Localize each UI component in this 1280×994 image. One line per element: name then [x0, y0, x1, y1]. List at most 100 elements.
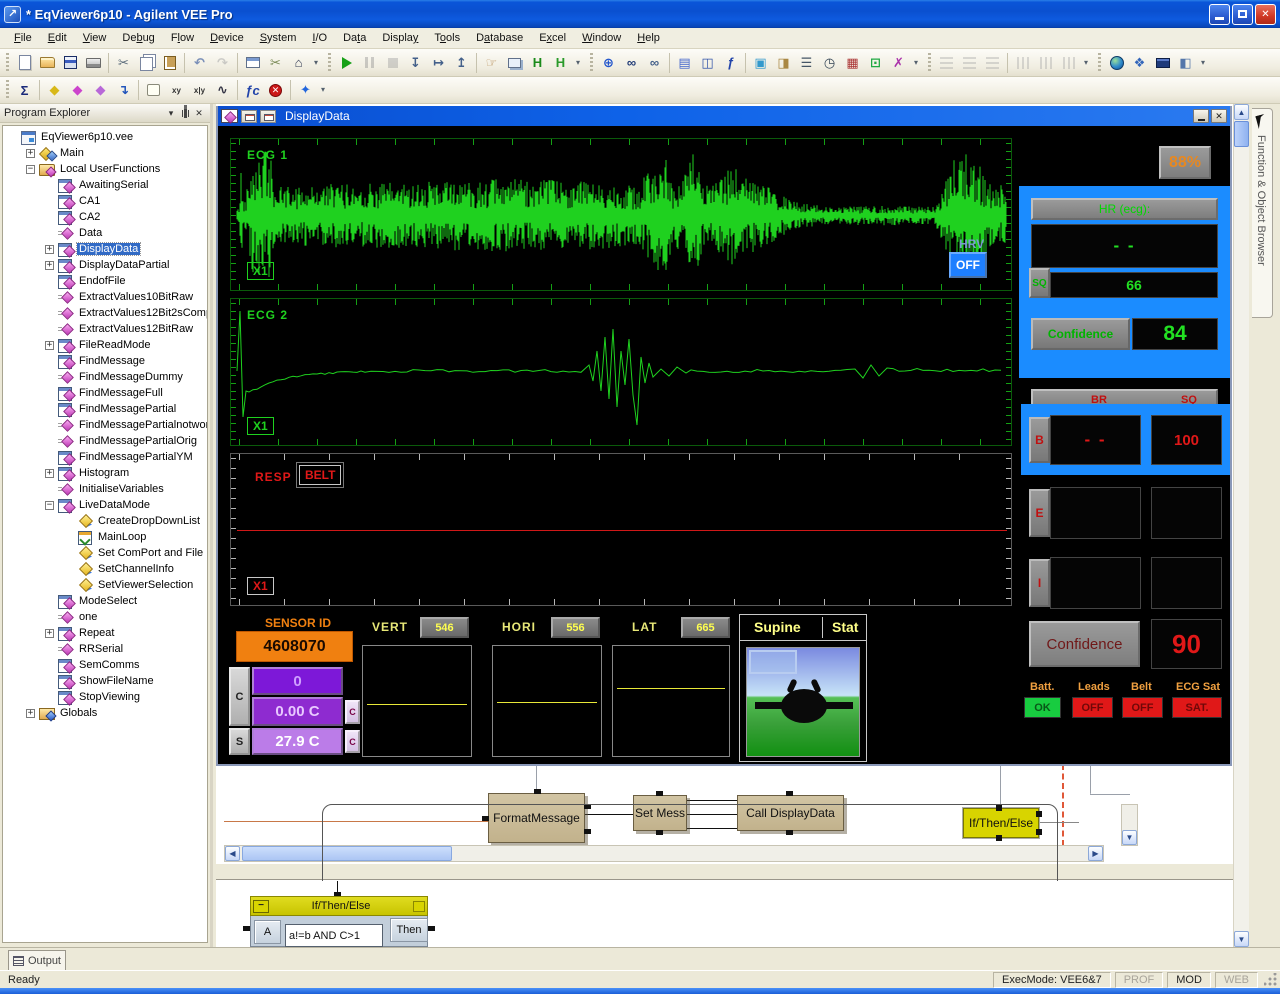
properties-icon[interactable]: ▤: [673, 52, 696, 74]
tree-expander-icon[interactable]: +: [45, 629, 54, 638]
input-a-terminal[interactable]: A: [254, 920, 281, 944]
toolbar-options-icon[interactable]: ▾: [572, 53, 584, 73]
function-generator-icon[interactable]: ƒc: [241, 79, 264, 101]
resp-scale-x1[interactable]: X1: [247, 577, 274, 595]
tree-item-findmessagepartialnotworking[interactable]: FindMessagePartialnotworking: [3, 417, 207, 433]
tree-item-initialisevariables[interactable]: InitialiseVariables: [3, 481, 207, 497]
displaydata-minimize-button[interactable]: [1193, 109, 1209, 123]
menu-display[interactable]: Display: [374, 29, 426, 47]
tree-item-set-comport-and-file[interactable]: Set ComPort and File: [3, 545, 207, 561]
tree-expander-icon[interactable]: +: [26, 149, 35, 158]
pause-icon[interactable]: [358, 52, 381, 74]
tree-item-histogram[interactable]: +Histogram: [3, 465, 207, 481]
toolbar-drag-handle[interactable]: [326, 53, 333, 73]
scroll-thumb[interactable]: [1234, 121, 1249, 147]
redo-icon[interactable]: ↷: [211, 52, 234, 74]
comparator-icon[interactable]: ✦: [294, 79, 317, 101]
copy-icon[interactable]: [135, 52, 158, 74]
tree-item-rrserial[interactable]: RRSerial: [3, 641, 207, 657]
size-width-icon[interactable]: H: [526, 52, 549, 74]
tree-item-findmessage[interactable]: FindMessage: [3, 353, 207, 369]
s-channel-button[interactable]: S: [229, 728, 250, 755]
tree-item-findmessagepartialym[interactable]: FindMessagePartialYM: [3, 449, 207, 465]
step-over-icon[interactable]: ↦: [427, 52, 450, 74]
menu-excel[interactable]: Excel: [531, 29, 574, 47]
displaydata-titlebar[interactable]: DisplayData ✕: [218, 106, 1230, 126]
tree-item-stopviewing[interactable]: StopViewing: [3, 689, 207, 705]
tree-item-setchannelinfo[interactable]: SetChannelInfo: [3, 561, 207, 577]
vertical-scrollbar-inner[interactable]: ▼: [1121, 804, 1138, 846]
home-icon[interactable]: ⌂: [287, 52, 310, 74]
tree-expander-icon[interactable]: +: [26, 709, 35, 718]
c-channel-button[interactable]: C: [229, 667, 250, 726]
menu-system[interactable]: System: [252, 29, 305, 47]
menu-data[interactable]: Data: [335, 29, 374, 47]
tree-item-local-userfunctions[interactable]: −Local UserFunctions: [3, 161, 207, 177]
menu-window[interactable]: Window: [574, 29, 629, 47]
tree-expander-icon[interactable]: +: [45, 341, 54, 350]
detail-view-icon[interactable]: [241, 110, 257, 123]
displaydata-close-button[interactable]: ✕: [1211, 109, 1227, 123]
print-icon[interactable]: [82, 52, 105, 74]
align-bottom-icon[interactable]: [1057, 52, 1080, 74]
resize-grip[interactable]: [1264, 973, 1278, 987]
menu-edit[interactable]: Edit: [40, 29, 75, 47]
celsius-button-2[interactable]: C: [345, 730, 360, 753]
find-next-icon[interactable]: ∞: [643, 52, 666, 74]
list-view-icon[interactable]: ☰: [795, 52, 818, 74]
sq-tab[interactable]: SQ: [1029, 268, 1050, 298]
find-icon[interactable]: ∞: [620, 52, 643, 74]
tree-item-livedatamode[interactable]: −LiveDataMode: [3, 497, 207, 513]
x-vs-y-icon[interactable]: x|y: [188, 79, 211, 101]
pan-icon[interactable]: ☞: [480, 52, 503, 74]
toolbar-options-icon[interactable]: ▾: [1197, 53, 1209, 73]
scroll-up-icon[interactable]: ▲: [1234, 104, 1249, 120]
xy-trace-icon[interactable]: xy: [165, 79, 188, 101]
belt-toggle[interactable]: BELT: [299, 465, 341, 485]
tree-item-semcomms[interactable]: SemComms: [3, 657, 207, 673]
tree-item-modeselect[interactable]: ModeSelect: [3, 593, 207, 609]
then-terminal[interactable]: Then: [390, 918, 428, 942]
menu-view[interactable]: View: [75, 29, 115, 47]
tree-item-ca2[interactable]: CA2: [3, 209, 207, 225]
tree-item-repeat[interactable]: +Repeat: [3, 625, 207, 641]
menu-help[interactable]: Help: [629, 29, 668, 47]
stat-label[interactable]: Stat: [832, 619, 858, 635]
import-icon[interactable]: ↴: [112, 79, 135, 101]
minimize-button[interactable]: [1209, 4, 1230, 25]
tree-expander-icon[interactable]: +: [45, 469, 54, 478]
hrv-off-button[interactable]: OFF: [949, 252, 987, 278]
toolbar-drag-handle[interactable]: [4, 53, 11, 73]
picture-icon[interactable]: ▣: [749, 52, 772, 74]
tree-item-findmessagefull[interactable]: FindMessageFull: [3, 385, 207, 401]
zoom-icon[interactable]: ⊕: [597, 52, 620, 74]
menu-tools[interactable]: Tools: [426, 29, 468, 47]
tree-item-awaitingserial[interactable]: AwaitingSerial: [3, 177, 207, 193]
panel-close-icon[interactable]: ✕: [192, 106, 206, 120]
panel-icon[interactable]: [1151, 52, 1174, 74]
maximize-button[interactable]: [1232, 4, 1253, 25]
undo-icon[interactable]: ↶: [188, 52, 211, 74]
pin-icon[interactable]: [178, 106, 192, 120]
b-tab[interactable]: B: [1029, 417, 1050, 463]
align-right-icon[interactable]: [981, 52, 1004, 74]
vertical-scrollbar[interactable]: ▲ ▼: [1233, 104, 1249, 947]
waveform-icon[interactable]: ∿: [211, 79, 234, 101]
clone-window-icon[interactable]: [241, 52, 264, 74]
i-tab[interactable]: I: [1029, 559, 1050, 607]
align-center-icon[interactable]: [958, 52, 981, 74]
celsius-button-1[interactable]: C: [345, 700, 360, 724]
ecg1-scale-x1[interactable]: X1: [247, 262, 274, 280]
run-to-icon[interactable]: ↧: [404, 52, 427, 74]
ecg2-scale-x1[interactable]: X1: [247, 417, 274, 435]
toolbar-options-icon[interactable]: ▾: [310, 53, 322, 73]
tree-item-filereadmode[interactable]: +FileReadMode: [3, 337, 207, 353]
web-icon[interactable]: [1105, 52, 1128, 74]
align-middle-icon[interactable]: [1034, 52, 1057, 74]
tree-item-createdropdownlist[interactable]: CreateDropDownList: [3, 513, 207, 529]
align-top-icon[interactable]: [1011, 52, 1034, 74]
menu-flow[interactable]: Flow: [163, 29, 202, 47]
toolbar-options-icon[interactable]: ▾: [910, 53, 922, 73]
supine-label[interactable]: Supine: [754, 619, 801, 635]
toolbar-options-icon[interactable]: ▾: [1080, 53, 1092, 73]
